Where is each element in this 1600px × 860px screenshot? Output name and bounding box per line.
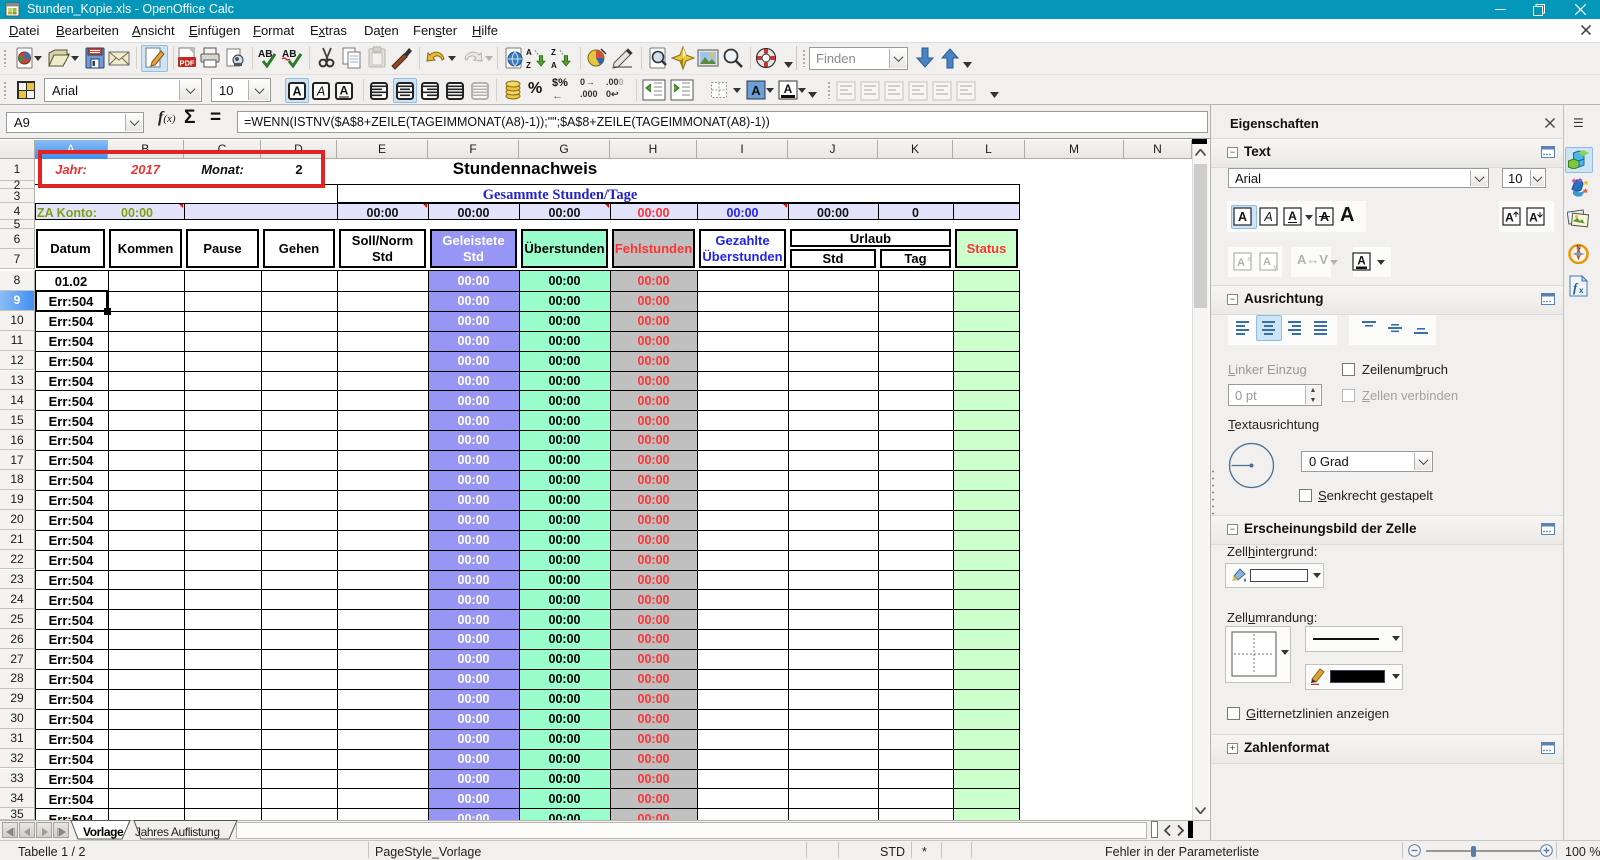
svg-text:A: A — [751, 83, 761, 98]
svg-text:A: A — [1357, 256, 1365, 268]
svg-text:Z: Z — [551, 48, 556, 57]
svg-text:A: A — [316, 84, 325, 98]
svg-text:AB: AB — [258, 49, 272, 60]
svg-text:Z: Z — [526, 61, 531, 70]
svg-text:A: A — [1288, 209, 1297, 223]
svg-text:A: A — [1529, 211, 1538, 225]
svg-text:−: − — [1230, 147, 1235, 157]
svg-text:A: A — [339, 83, 348, 97]
svg-text:A: A — [1505, 211, 1514, 225]
svg-text:A: A — [292, 84, 301, 98]
svg-text:A: A — [1263, 210, 1272, 224]
svg-text:A: A — [784, 82, 793, 96]
svg-text:−: − — [1230, 524, 1235, 534]
svg-text:x: x — [1579, 286, 1584, 295]
svg-text:PDF: PDF — [180, 59, 195, 68]
svg-text:x: x — [1248, 256, 1252, 263]
svg-text:−: − — [1230, 294, 1235, 304]
svg-text:A: A — [1237, 257, 1245, 269]
svg-text:A: A — [526, 48, 532, 57]
svg-text:A: A — [1238, 210, 1247, 224]
svg-text:y: y — [1274, 264, 1278, 271]
svg-text:A: A — [1263, 256, 1271, 268]
svg-text:A: A — [551, 61, 557, 70]
svg-text:+: + — [1230, 743, 1235, 753]
